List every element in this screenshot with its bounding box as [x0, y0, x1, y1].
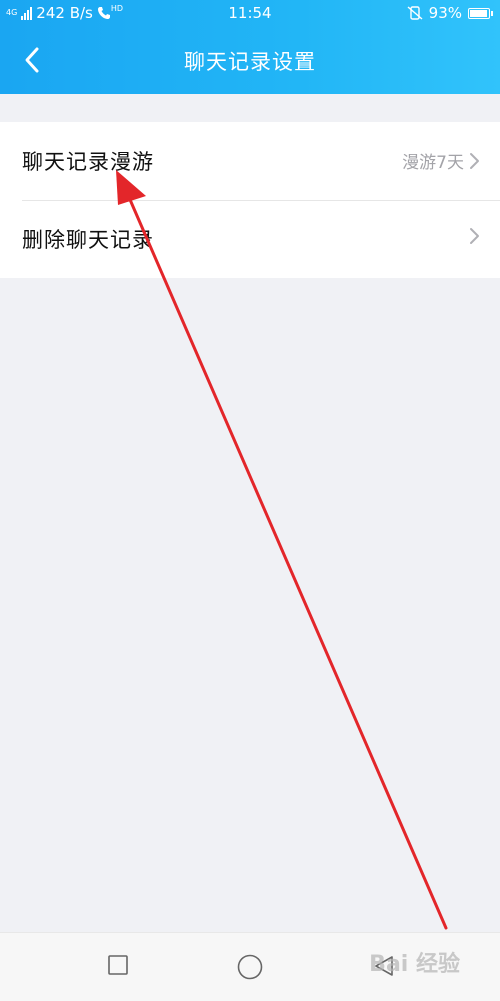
delete-chat-history-label: 删除聊天记录 — [22, 228, 154, 252]
chat-roaming-label: 聊天记录漫游 — [22, 150, 154, 174]
chevron-right-icon — [470, 228, 479, 244]
chat-roaming-item[interactable]: 聊天记录漫游 漫游7天 — [0, 122, 500, 200]
delete-chat-history-item[interactable]: 删除聊天记录 — [0, 200, 500, 278]
recent-apps-button[interactable] — [106, 953, 130, 981]
app-header: 4G 242 B/s HD 11:54 93% 聊天记录设置 — [0, 0, 500, 94]
status-right: 93% — [407, 4, 493, 22]
square-icon — [108, 955, 128, 975]
chevron-right-icon — [470, 152, 479, 169]
home-button[interactable] — [236, 953, 264, 985]
vibrate-off-icon — [407, 6, 423, 20]
battery-icon — [468, 7, 493, 19]
settings-list: 聊天记录漫游 漫游7天 删除聊天记录 — [0, 122, 500, 278]
circle-icon — [237, 954, 263, 980]
watermark: Bai 经验 — [369, 952, 460, 977]
delete-chat-history-right — [468, 226, 480, 246]
status-bar: 4G 242 B/s HD 11:54 93% — [0, 0, 500, 26]
chat-roaming-value: 漫游7天 — [402, 153, 464, 173]
nav-bar: 聊天记录设置 — [0, 26, 500, 94]
chat-roaming-right: 漫游7天 — [402, 148, 480, 173]
battery-percent: 93% — [428, 4, 462, 22]
page-title: 聊天记录设置 — [184, 50, 316, 74]
